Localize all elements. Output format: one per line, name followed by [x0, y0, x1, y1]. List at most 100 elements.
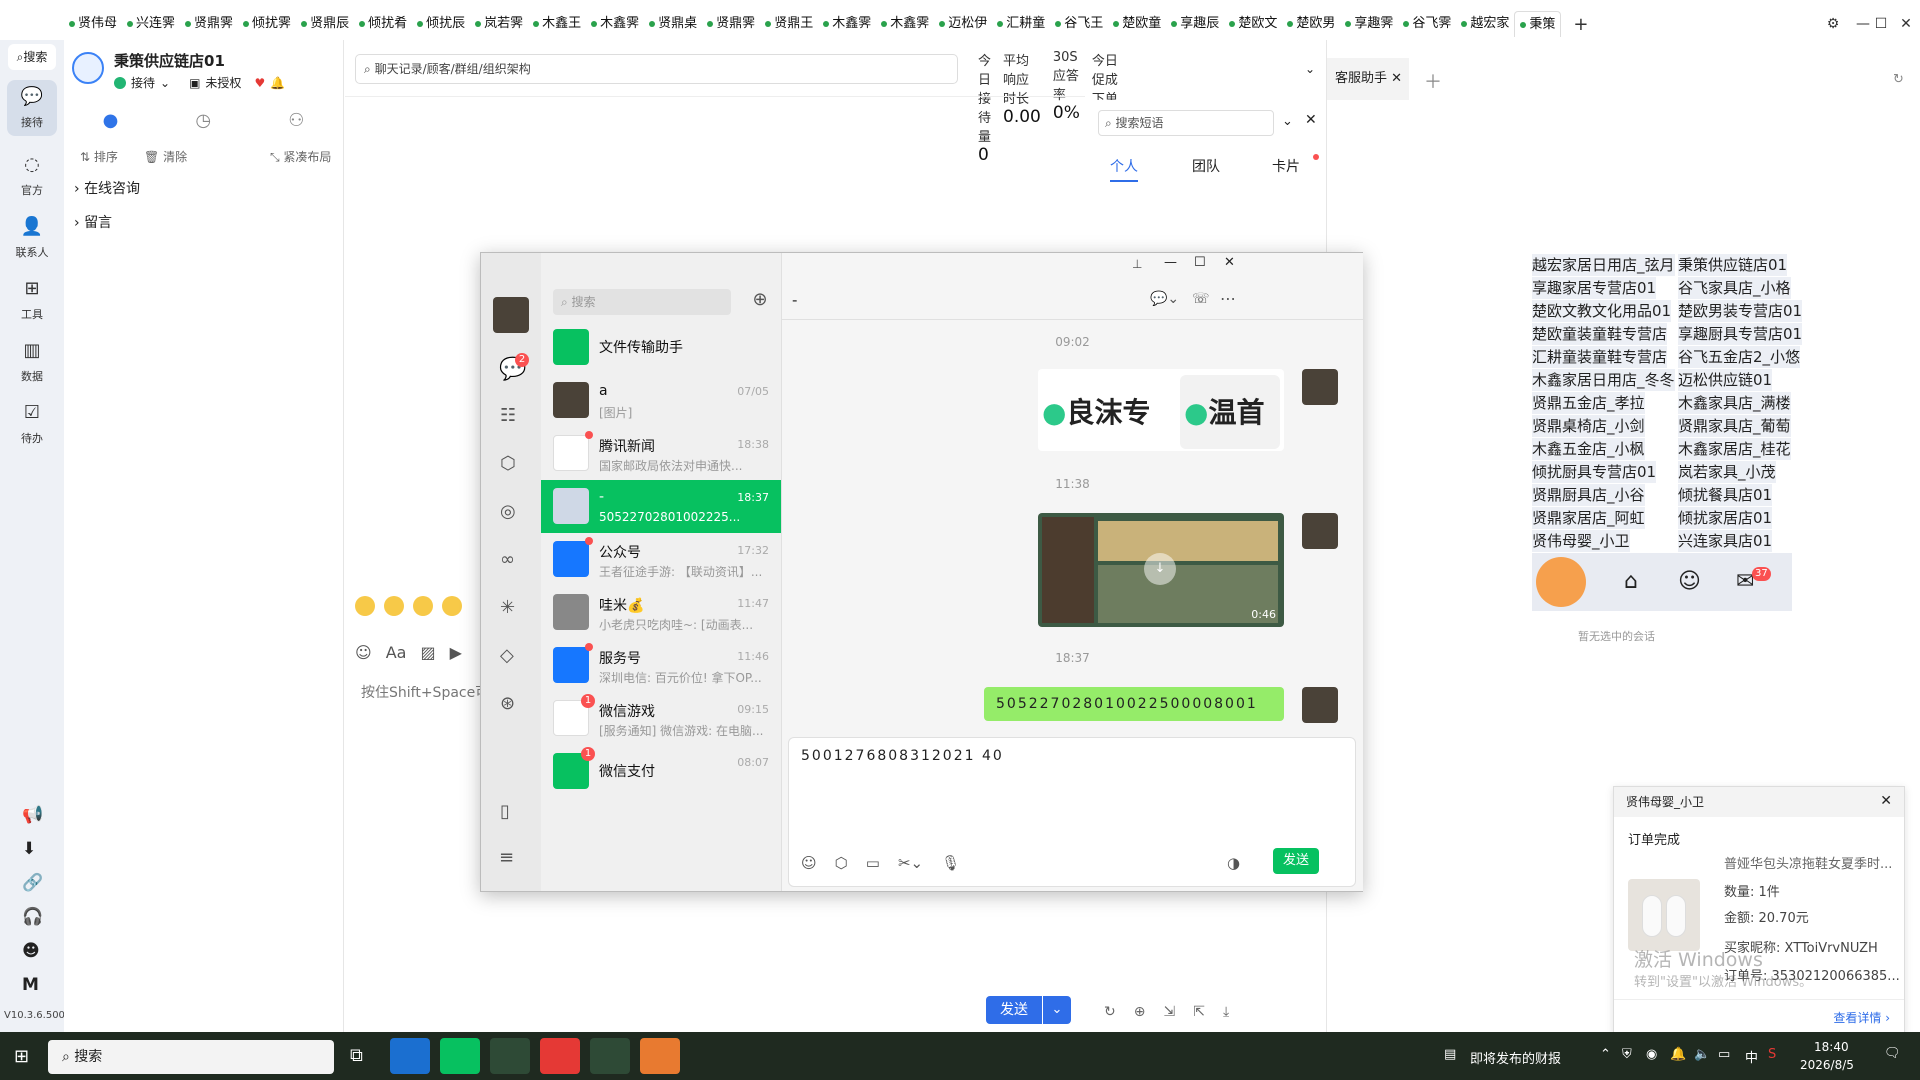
- send-options-chevron-icon[interactable]: ⌄: [1043, 996, 1071, 1024]
- search-service-icon[interactable]: ◇: [500, 645, 514, 666]
- tab-card[interactable]: 卡片: [1272, 156, 1300, 176]
- shop-list-item[interactable]: 倾扰餐具店01: [1678, 484, 1773, 506]
- channels-icon[interactable]: ∞: [500, 549, 515, 570]
- phone-icon[interactable]: ▯: [500, 801, 510, 822]
- shop-list-item[interactable]: 楚欧童装童鞋专营店: [1532, 323, 1668, 345]
- discover-icon[interactable]: ✳: [500, 597, 515, 618]
- shop-tab[interactable]: 秉策: [1514, 11, 1562, 37]
- wechat-search-input[interactable]: ⌕ 搜索: [553, 289, 731, 315]
- mic-icon[interactable]: 🎙: [941, 854, 960, 872]
- auth-status[interactable]: 未授权: [205, 74, 241, 91]
- emoji-party-icon[interactable]: [413, 596, 433, 616]
- favorites-icon[interactable]: ⬡: [500, 453, 516, 474]
- shop-tab[interactable]: 楚欧男: [1282, 11, 1340, 37]
- app-red-icon[interactable]: [540, 1038, 580, 1074]
- task-view-icon[interactable]: ⧉: [350, 1045, 363, 1066]
- emoji-icon[interactable]: ☺: [801, 854, 817, 872]
- news-widget-icon[interactable]: ▤: [1444, 1047, 1456, 1062]
- tab-personal[interactable]: 个人: [1110, 156, 1138, 182]
- shop-tab[interactable]: 倾扰肴: [354, 11, 412, 37]
- collapse-icon[interactable]: ⌄: [1282, 114, 1293, 129]
- tray-shield-icon[interactable]: ⛨: [1622, 1047, 1632, 1062]
- shop-list-item[interactable]: 楚欧文教文化用品01: [1532, 300, 1672, 322]
- stats-chevron-icon[interactable]: ⌄: [1305, 62, 1315, 76]
- chat-list-item[interactable]: 微信游戏 [服务通知] 微信游戏: 在电脑... 09:15 1: [541, 692, 781, 745]
- shop-list-item[interactable]: 贤鼎厨具店_小谷: [1532, 484, 1645, 506]
- shop-tab[interactable]: 享趣霁: [1340, 11, 1398, 37]
- shop-tab[interactable]: 岚若霁: [470, 11, 528, 37]
- chat-options-icon[interactable]: 💬⌄: [1150, 291, 1179, 307]
- emoji-hand-icon[interactable]: [442, 596, 462, 616]
- shop-tab[interactable]: 汇耕童: [992, 11, 1050, 37]
- shop-list-item[interactable]: 兴连家具店01: [1678, 530, 1773, 552]
- shop-list-item[interactable]: 木鑫家具店_满楼: [1678, 392, 1791, 414]
- shop-tab[interactable]: 谷飞王: [1050, 11, 1108, 37]
- taskbar-search[interactable]: ⌕ 搜索: [48, 1040, 334, 1074]
- shop-list-item[interactable]: 秉策供应链店01: [1678, 254, 1788, 276]
- chat-list-item[interactable]: 微信支付 08:07 1: [541, 745, 781, 798]
- shop-tab[interactable]: 楚欧童: [1108, 11, 1166, 37]
- add-chat-icon[interactable]: ⊕: [747, 289, 773, 315]
- home-icon[interactable]: ⌂: [1624, 569, 1638, 594]
- shop-tab[interactable]: 木鑫霁: [586, 11, 644, 37]
- compact-layout-button[interactable]: ⤡ 紧凑布局: [270, 148, 331, 165]
- shop-tab[interactable]: 倾扰霁: [238, 11, 296, 37]
- wechat-taskbar-icon[interactable]: [440, 1038, 480, 1074]
- rail-item-0[interactable]: 💬 接待: [7, 80, 57, 136]
- rail-item-1[interactable]: ◌ 官方: [0, 154, 64, 198]
- view-details-link[interactable]: 查看详情 ›: [1833, 1009, 1890, 1026]
- image-icon[interactable]: ▨: [420, 643, 435, 662]
- wx-minimize-icon[interactable]: —: [1164, 255, 1177, 270]
- chat-icon[interactable]: ☺: [1678, 569, 1701, 594]
- tray-chevron-icon[interactable]: ⌃: [1600, 1047, 1611, 1062]
- qianniu-icon[interactable]: [640, 1038, 680, 1074]
- wx-close-icon[interactable]: ✕: [1224, 255, 1235, 270]
- emoji-sad-icon[interactable]: [355, 596, 375, 616]
- add-icon[interactable]: ⊕: [1134, 1004, 1146, 1020]
- chat-list-item[interactable]: a [图片] 07/05: [541, 374, 781, 427]
- rail-item-3[interactable]: ⊞ 工具: [0, 278, 64, 322]
- chat-list-item[interactable]: 腾讯新闻 国家邮政局依法对申通快... 18:38: [541, 427, 781, 480]
- minimize-icon[interactable]: —: [1853, 14, 1873, 34]
- news-widget[interactable]: 即将发布的财报: [1470, 1048, 1561, 1067]
- shop-tab[interactable]: 越宏家: [1456, 11, 1514, 37]
- rail-item-2[interactable]: 👤 联系人: [0, 216, 64, 260]
- sent-message[interactable]: 505227028010022500008001: [984, 687, 1284, 721]
- shop-list-item[interactable]: 倾扰厨具专营店01: [1532, 461, 1657, 483]
- refresh-icon[interactable]: ↻: [1104, 1004, 1116, 1020]
- shop-list-item[interactable]: 越宏家居日用店_弦月: [1532, 254, 1675, 276]
- settings-icon[interactable]: ⚙: [1823, 14, 1843, 34]
- shop-list-item[interactable]: 贤鼎家具店_葡萄: [1678, 415, 1791, 437]
- download-icon[interactable]: ⤓: [1223, 1004, 1229, 1020]
- shop-tab[interactable]: 迈松伊: [934, 11, 992, 37]
- tray-wechat-icon[interactable]: ◉: [1646, 1047, 1657, 1062]
- shop-tab[interactable]: 楚欧文: [1224, 11, 1282, 37]
- add-tab-icon[interactable]: +: [1561, 14, 1600, 35]
- add-tab-icon[interactable]: ＋: [1424, 68, 1442, 94]
- shop-list-item[interactable]: 贤伟母婴_小卫: [1532, 530, 1630, 552]
- shop-list-item[interactable]: 木鑫五金店_小枫: [1532, 438, 1645, 460]
- shop-tab[interactable]: 兴连霁: [122, 11, 180, 37]
- emoji-worried-icon[interactable]: [384, 596, 404, 616]
- network-icon[interactable]: ▭: [1718, 1047, 1730, 1062]
- miniprogram-icon[interactable]: ⊛: [500, 693, 515, 714]
- shop-tab[interactable]: 贤鼎桌: [644, 11, 702, 37]
- wx-maximize-icon[interactable]: ☐: [1194, 255, 1206, 270]
- favorite-icon[interactable]: ⬡: [835, 854, 848, 872]
- sort-button[interactable]: ⇅ 排序: [80, 148, 118, 165]
- shop-tab[interactable]: 谷飞霁: [1398, 11, 1456, 37]
- chat-list-item[interactable]: 公众号 王者征途手游: 【联动资讯】... 17:32: [541, 533, 781, 586]
- headset-icon[interactable]: 🎧: [22, 907, 43, 941]
- assistant-avatar[interactable]: [1536, 557, 1586, 607]
- shop-tab[interactable]: 木鑫霁: [876, 11, 934, 37]
- shop-list-item[interactable]: 汇耕童装童鞋专营店: [1532, 346, 1668, 368]
- folder-icon[interactable]: ▭: [866, 854, 880, 872]
- refresh-icon[interactable]: ↻: [1893, 72, 1904, 87]
- announce-icon[interactable]: 📢: [22, 805, 43, 839]
- rail-item-5[interactable]: ☑ 待办: [0, 402, 64, 446]
- reception-status[interactable]: 接待: [131, 74, 155, 91]
- video-message[interactable]: ↓ 0:46: [1038, 513, 1284, 627]
- video-icon[interactable]: ▶: [450, 643, 462, 662]
- shop-tab[interactable]: 木鑫霁: [818, 11, 876, 37]
- shop-tab[interactable]: 贤鼎霁: [702, 11, 760, 37]
